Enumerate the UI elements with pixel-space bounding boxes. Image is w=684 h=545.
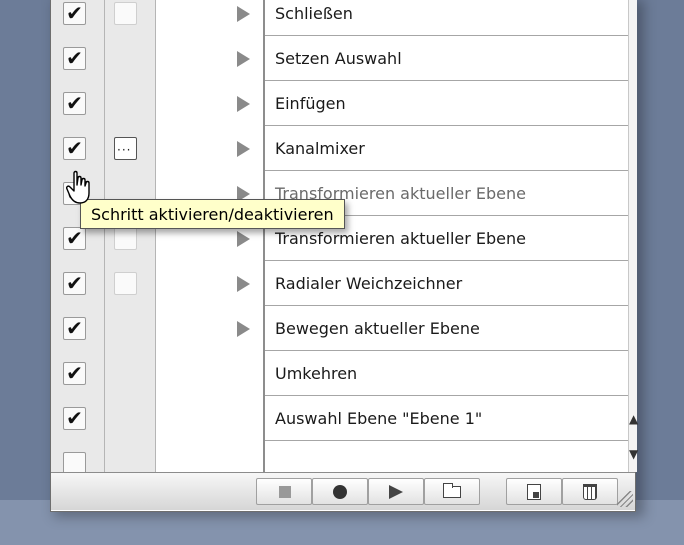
action-label: Setzen Auswahl	[265, 37, 628, 81]
action-label: Einfügen	[265, 82, 628, 126]
new-action-button[interactable]	[506, 478, 562, 505]
dialog-toggle[interactable]	[114, 2, 137, 25]
dialog-toggle[interactable]	[114, 227, 137, 250]
toggle-checkbox[interactable]: ✔	[63, 227, 86, 250]
expand-triangle-icon[interactable]	[237, 96, 250, 112]
dialog-toggle[interactable]	[114, 272, 137, 295]
toggle-checkbox[interactable]	[63, 452, 86, 472]
delete-button[interactable]	[562, 478, 618, 505]
action-label: Auswahl Ebene "Ebene 1"	[265, 397, 628, 441]
action-label	[265, 442, 628, 472]
stop-icon	[279, 486, 291, 498]
new-action-icon	[527, 484, 541, 500]
trash-icon	[583, 484, 597, 500]
action-label: Bewegen aktueller Ebene	[265, 307, 628, 351]
tooltip: Schritt aktivieren/deaktivieren	[80, 199, 345, 229]
action-row[interactable]: ✔ Einfügen	[51, 82, 628, 127]
action-row[interactable]: ✔ Schließen	[51, 0, 628, 37]
actions-toolbar	[51, 472, 635, 510]
hand-cursor-icon	[66, 170, 90, 204]
action-row[interactable]: ✔ Bewegen aktueller Ebene	[51, 307, 628, 352]
expand-triangle-icon[interactable]	[237, 276, 250, 292]
toggle-checkbox[interactable]: ✔	[63, 272, 86, 295]
action-row[interactable]: ✔ Auswahl Ebene "Ebene 1"	[51, 397, 628, 442]
action-row[interactable]: ✔ Radialer Weichzeichner	[51, 262, 628, 307]
new-set-button[interactable]	[424, 478, 480, 505]
play-icon	[389, 485, 403, 499]
toggle-checkbox[interactable]: ✔	[63, 137, 86, 160]
resize-grip-icon[interactable]	[617, 491, 633, 507]
action-row[interactable]: ✔ Kanalmixer	[51, 127, 628, 172]
play-button[interactable]	[368, 478, 424, 505]
action-label: Umkehren	[265, 352, 628, 396]
action-row[interactable]: ✔ Setzen Auswahl	[51, 37, 628, 82]
list-divider	[263, 0, 265, 472]
record-button[interactable]	[312, 478, 368, 505]
folder-icon	[443, 483, 461, 498]
toggle-checkbox[interactable]: ✔	[63, 407, 86, 430]
scroll-down-arrow-icon[interactable]: ▼	[629, 440, 638, 468]
toggle-checkbox[interactable]: ✔	[63, 2, 86, 25]
action-row[interactable]: ✔ Umkehren	[51, 352, 628, 397]
expand-triangle-icon[interactable]	[237, 231, 250, 247]
scroll-up-arrow-icon[interactable]: ▲	[629, 405, 638, 433]
toggle-checkbox[interactable]: ✔	[63, 317, 86, 340]
stop-button[interactable]	[256, 478, 312, 505]
action-row[interactable]	[51, 442, 628, 472]
expand-triangle-icon[interactable]	[237, 51, 250, 67]
toggle-checkbox[interactable]: ✔	[63, 362, 86, 385]
toggle-checkbox[interactable]: ✔	[63, 92, 86, 115]
action-label: Kanalmixer	[265, 127, 628, 171]
expand-triangle-icon[interactable]	[237, 141, 250, 157]
expand-triangle-icon[interactable]	[237, 321, 250, 337]
toggle-checkbox[interactable]: ✔	[63, 47, 86, 70]
action-list: ✔ Schließen ✔ Setzen Auswahl ✔ Einfügen ✔ Kanal…	[51, 0, 628, 472]
action-label: Schließen	[265, 0, 628, 36]
record-icon	[333, 485, 347, 499]
expand-triangle-icon[interactable]	[237, 6, 250, 22]
actions-panel: ✔ Schließen ✔ Setzen Auswahl ✔ Einfügen ✔ Kanal…	[50, 0, 638, 512]
action-label: Radialer Weichzeichner	[265, 262, 628, 306]
dialog-toggle[interactable]	[114, 137, 137, 160]
vertical-scrollbar[interactable]: ▲ ▼	[628, 0, 638, 472]
